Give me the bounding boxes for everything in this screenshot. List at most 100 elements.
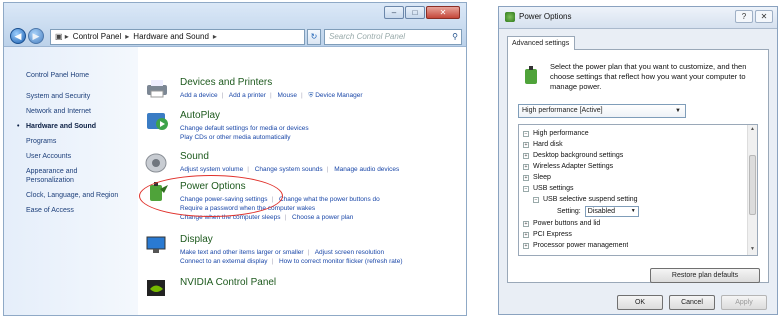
tree-item[interactable]: + Hard disk (523, 140, 563, 149)
autoplay-icon (147, 113, 168, 130)
sidebar-item-hardware-sound[interactable]: Hardware and Sound (17, 122, 138, 131)
tree-item[interactable]: + Desktop background settings (523, 151, 623, 160)
link-choose-power-plan[interactable]: Choose a power plan (292, 214, 353, 221)
power-options-dialog: Power Options ? ✕ Advanced settings Sele… (498, 6, 778, 315)
section-nvidia: NVIDIA Control Panel (144, 277, 276, 299)
setting-row: Setting: Disabled ▼ (557, 206, 639, 217)
chevron-right-icon: ▸ (125, 32, 130, 41)
link-change-sounds[interactable]: Change system sounds (255, 166, 323, 173)
expand-icon[interactable]: + (523, 152, 529, 159)
setting-select[interactable]: Disabled ▼ (584, 206, 639, 217)
minimize-button[interactable]: – (384, 6, 404, 19)
forward-button[interactable]: ▶ (28, 28, 44, 44)
cancel-button[interactable]: Cancel (669, 295, 715, 310)
dialog-title: Power Options (519, 12, 572, 21)
link-add-device[interactable]: Add a device (180, 92, 218, 99)
dialog-description: Select the power plan that you want to c… (550, 62, 747, 91)
sidebar-item-ease-of-access[interactable]: Ease of Access (26, 206, 138, 215)
sidebar-item-appearance[interactable]: Appearance and Personalization (26, 167, 106, 185)
tab-advanced-settings[interactable]: Advanced settings (507, 36, 575, 50)
section-title[interactable]: AutoPlay (180, 110, 309, 122)
sidebar-item-clock-language[interactable]: Clock, Language, and Region (26, 191, 138, 200)
folder-icon: ▣ ▸ (55, 32, 69, 41)
section-title[interactable]: Display (180, 234, 403, 246)
chevron-right-icon: ▸ (212, 32, 217, 41)
collapse-icon[interactable]: − (523, 185, 529, 192)
power-plan-select[interactable]: High performance [Active] ▼ (518, 104, 686, 118)
power-plan-value: High performance [Active] (522, 107, 603, 114)
expand-icon[interactable]: + (523, 141, 529, 148)
address-bar[interactable]: ▣ ▸ Control Panel ▸ Hardware and Sound ▸ (50, 29, 305, 45)
link-play-cds[interactable]: Play CDs or other media automatically (180, 133, 309, 142)
help-button[interactable]: ? (735, 10, 753, 23)
link-power-buttons[interactable]: Change what the power buttons do (279, 196, 380, 203)
sidebar-item-programs[interactable]: Programs (26, 137, 138, 146)
expand-icon[interactable]: + (523, 174, 529, 181)
section-devices-printers: Devices and Printers Add a device | Add a… (144, 77, 363, 100)
printer-icon (147, 80, 167, 98)
search-input[interactable]: Search Control Panel ⚲ (324, 29, 462, 45)
apply-button[interactable]: Apply (721, 295, 767, 310)
section-title[interactable]: Sound (180, 151, 399, 163)
link-manage-audio[interactable]: Manage audio devices (334, 166, 399, 173)
nvidia-icon (147, 280, 165, 296)
link-screen-resolution[interactable]: Adjust screen resolution (315, 249, 384, 256)
refresh-button[interactable]: ↻ (307, 29, 321, 45)
link-mouse[interactable]: Mouse (277, 92, 297, 99)
scroll-down-icon[interactable]: ▼ (749, 246, 756, 254)
search-placeholder: Search Control Panel (329, 32, 406, 41)
collapse-icon[interactable]: − (533, 196, 539, 203)
tree-item[interactable]: + Processor power management (523, 241, 628, 250)
highlight-circle (139, 175, 283, 217)
search-icon[interactable]: ⚲ (452, 30, 458, 44)
back-button[interactable]: ◀ (10, 28, 26, 44)
link-external-display[interactable]: Connect to an external display (180, 258, 267, 265)
link-device-manager[interactable]: Device Manager (315, 92, 362, 99)
expand-icon[interactable]: + (523, 242, 529, 249)
title-bar: – □ ✕ ◀ ▶ ▣ ▸ Control Panel ▸ Hardware a… (4, 3, 466, 47)
tree-item[interactable]: + Power buttons and lid (523, 219, 600, 228)
restore-defaults-button[interactable]: Restore plan defaults (650, 268, 760, 283)
tree-item[interactable]: + Sleep (523, 173, 551, 182)
tree-item[interactable]: + PCI Express (523, 230, 572, 239)
sidebar-item-home[interactable]: Control Panel Home (26, 71, 138, 80)
settings-tree[interactable]: − High performance + Hard disk + Desktop ba… (518, 124, 758, 256)
advanced-settings-panel: Select the power plan that you want to c… (507, 49, 769, 283)
dialog-title-bar: Power Options ? ✕ (499, 7, 777, 29)
link-text-larger[interactable]: Make text and other items larger or smal… (180, 249, 304, 256)
display-icon (146, 236, 166, 253)
breadcrumb-hardware-and-sound[interactable]: Hardware and Sound (133, 30, 209, 44)
collapse-icon[interactable]: − (523, 130, 529, 137)
scroll-up-icon[interactable]: ▲ (749, 126, 756, 134)
section-title[interactable]: NVIDIA Control Panel (180, 277, 276, 289)
close-button[interactable]: ✕ (426, 6, 460, 19)
breadcrumb-control-panel[interactable]: Control Panel (73, 30, 121, 44)
sidebar-item-network[interactable]: Network and Internet (26, 107, 138, 116)
link-change-default-settings[interactable]: Change default settings for media or dev… (180, 124, 309, 133)
expand-icon[interactable]: + (523, 163, 529, 170)
battery-icon (525, 66, 537, 84)
link-adjust-volume[interactable]: Adjust system volume (180, 166, 243, 173)
shield-icon: ⛨ (308, 92, 314, 99)
close-button[interactable]: ✕ (755, 10, 773, 23)
chevron-down-icon: ▼ (675, 108, 681, 114)
expand-icon[interactable]: + (523, 220, 529, 227)
sidebar-item-user-accounts[interactable]: User Accounts (26, 152, 138, 161)
sidebar: Control Panel Home System and Security N… (4, 47, 138, 315)
ok-button[interactable]: OK (617, 295, 663, 310)
sidebar-item-system-security[interactable]: System and Security (26, 92, 138, 101)
expand-icon[interactable]: + (523, 231, 529, 238)
section-title[interactable]: Devices and Printers (180, 77, 363, 89)
maximize-button[interactable]: □ (405, 6, 425, 19)
scroll-thumb[interactable] (749, 155, 756, 215)
section-autoplay: AutoPlay Change default settings for med… (144, 110, 309, 142)
tree-item[interactable]: − High performance (523, 129, 589, 138)
tree-item[interactable]: + Wireless Adapter Settings (523, 162, 613, 171)
link-add-printer[interactable]: Add a printer (229, 92, 266, 99)
tree-item[interactable]: − USB settings (523, 184, 573, 193)
link-monitor-flicker[interactable]: How to correct monitor flicker (refresh … (279, 258, 403, 265)
section-sound: Sound Adjust system volume | Change syste… (144, 151, 399, 174)
tree-item[interactable]: − USB selective suspend setting (533, 195, 638, 204)
scrollbar[interactable]: ▲ ▼ (747, 125, 757, 255)
chevron-down-icon: ▼ (630, 208, 636, 214)
